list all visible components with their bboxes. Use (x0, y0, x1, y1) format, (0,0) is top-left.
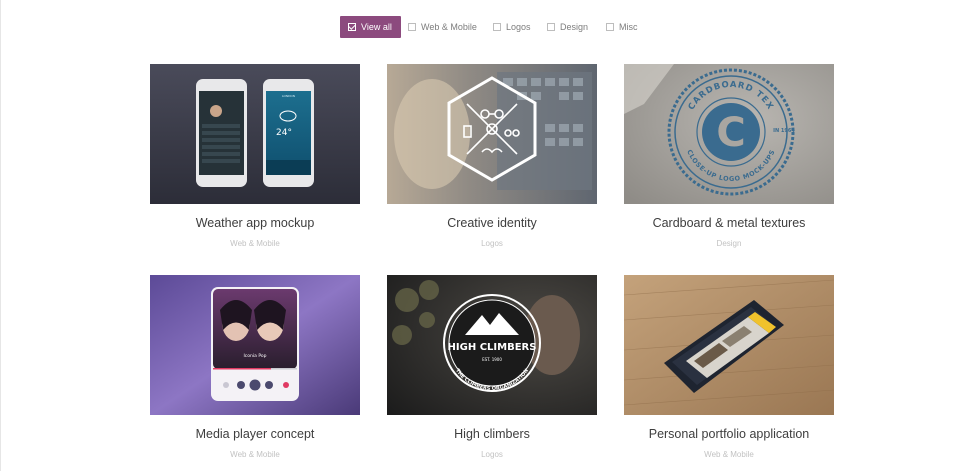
filter-label: Misc (619, 22, 638, 32)
left-border (0, 0, 1, 471)
checkbox-icon (408, 23, 416, 31)
filter-label: Web & Mobile (421, 22, 477, 32)
checkbox-icon (547, 23, 555, 31)
creative-identity-image (387, 64, 597, 204)
filter-logos[interactable]: Logos (493, 16, 531, 38)
filter-label: Design (560, 22, 589, 32)
portfolio-item-title[interactable]: High climbers (387, 427, 597, 441)
portfolio-item-category: Logos (481, 239, 503, 248)
cardboard-textures-image: C CARDBOARD TEX CLOSE-UP LOGO MOCK-UPS I… (624, 64, 834, 204)
portfolio-item-category: Web & Mobile (230, 450, 280, 459)
weather-city-text: LONDON (282, 94, 295, 98)
portfolio-item-category: Design (716, 239, 742, 248)
weather-app-mockup-image: LONDON 24° (150, 64, 360, 204)
cardboard-letter-text: C (716, 110, 745, 156)
portfolio-item-category: Logos (481, 450, 503, 459)
portfolio-item-title[interactable]: Cardboard & metal textures (624, 216, 834, 230)
portfolio-item-title[interactable]: Personal portfolio application (624, 427, 834, 441)
portfolio-item-title[interactable]: Creative identity (387, 216, 597, 230)
media-player-image: Iconia Pop (150, 275, 360, 415)
filter-misc[interactable]: Misc (606, 16, 638, 38)
portfolio-item-title[interactable]: Media player concept (150, 427, 360, 441)
portfolio-filter-bar: View all Web & Mobile Logos Design Misc (0, 16, 980, 38)
checkbox-checked-icon (348, 23, 356, 31)
weather-temperature-text: 24° (276, 128, 292, 138)
portfolio-item-category: Web & Mobile (704, 450, 754, 459)
climbers-est-text: EST. 1900 (482, 357, 502, 362)
checkbox-icon (493, 23, 501, 31)
portfolio-thumbnail[interactable] (387, 64, 597, 204)
filter-label: Logos (506, 22, 531, 32)
portfolio-item-category: Web & Mobile (230, 239, 280, 248)
high-climbers-image: HIGH CLIMBERS EST. 1900 THE CLIMBERS ORG… (387, 275, 597, 415)
portfolio-thumbnail[interactable]: C CARDBOARD TEX CLOSE-UP LOGO MOCK-UPS I… (624, 64, 834, 204)
checkbox-icon (606, 23, 614, 31)
portfolio-thumbnail[interactable]: LONDON 24° (150, 64, 360, 204)
media-track-text: Iconia Pop (243, 353, 266, 359)
portfolio-thumbnail[interactable] (624, 275, 834, 415)
portfolio-application-image (624, 275, 834, 415)
portfolio-item-title[interactable]: Weather app mockup (150, 216, 360, 230)
portfolio-thumbnail[interactable]: Iconia Pop (150, 275, 360, 415)
filter-web-mobile[interactable]: Web & Mobile (408, 16, 477, 38)
filter-label: View all (361, 22, 392, 32)
climbers-name-text: HIGH CLIMBERS (448, 342, 537, 353)
filter-view-all[interactable]: View all (340, 16, 401, 38)
cardboard-badge-text: IN 1964 (773, 128, 795, 134)
filter-design[interactable]: Design (547, 16, 588, 38)
portfolio-thumbnail[interactable]: HIGH CLIMBERS EST. 1900 THE CLIMBERS ORG… (387, 275, 597, 415)
